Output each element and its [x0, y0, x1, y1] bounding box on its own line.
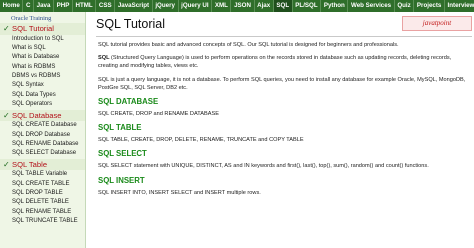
- nav-item-java[interactable]: Java: [34, 0, 54, 12]
- top-navigation-bar: Home C Java PHP HTML CSS JavaScript jQue…: [0, 0, 474, 12]
- nav-item-css[interactable]: CSS: [96, 0, 116, 12]
- nav-item-xml[interactable]: XML: [212, 0, 232, 12]
- nav-item-jquery-ui[interactable]: jQuery UI: [179, 0, 213, 12]
- section-heading-sql-insert: SQL INSERT: [98, 175, 145, 185]
- nav-item-sql[interactable]: SQL: [273, 0, 293, 12]
- article-body: SQL tutorial provides basic and advanced…: [92, 37, 474, 197]
- sidebar-item[interactable]: What is SQL: [0, 44, 85, 53]
- nav-item-quiz[interactable]: Quiz: [395, 0, 415, 12]
- query-language-paragraph: SQL is just a query language, it is not …: [98, 76, 466, 91]
- nav-item-json[interactable]: JSON: [231, 0, 255, 12]
- sql-term: SQL: [98, 55, 110, 62]
- sidebar-item[interactable]: SQL TRUNCATE TABLE: [0, 217, 85, 226]
- sidebar-item[interactable]: What is Database: [0, 53, 85, 62]
- nav-item-interview-q[interactable]: Interview Q: [445, 0, 474, 12]
- sidebar-section-sql-database[interactable]: ✓ SQL Database: [0, 109, 85, 122]
- nav-item-home[interactable]: Home: [0, 0, 24, 12]
- intro-paragraph: SQL tutorial provides basic and advanced…: [98, 42, 399, 48]
- sidebar-item[interactable]: SQL DELETE TABLE: [0, 198, 85, 207]
- nav-item-html[interactable]: HTML: [73, 0, 97, 12]
- sidebar-section-label: SQL Tutorial: [12, 24, 54, 34]
- section-heading-sql-table: SQL TABLE: [98, 123, 142, 133]
- nav-item-jquery[interactable]: jQuery: [153, 0, 179, 12]
- sidebar-item[interactable]: Introduction to SQL: [0, 35, 85, 44]
- sidebar-item[interactable]: SQL TABLE Variable: [0, 170, 85, 179]
- nav-item-ajax[interactable]: Ajax: [255, 0, 274, 12]
- sidebar-section-label: SQL Database: [12, 110, 62, 120]
- sidebar-item[interactable]: SQL DROP TABLE: [0, 189, 85, 198]
- check-icon: ✓: [3, 159, 10, 169]
- sidebar-item[interactable]: SQL SELECT Database: [0, 149, 85, 158]
- sidebar-item[interactable]: SQL CREATE TABLE: [0, 180, 85, 189]
- sql-definition-text: (Structured Query Language) is used to p…: [98, 55, 452, 70]
- section-text-sql-database: SQL CREATE, DROP and RENAME DATABASE: [98, 111, 219, 118]
- sidebar-item[interactable]: SQL Data Types: [0, 91, 85, 100]
- sidebar-item[interactable]: SQL RENAME Database: [0, 140, 85, 149]
- sidebar-item[interactable]: What is RDBMS: [0, 63, 85, 72]
- sidebar-item[interactable]: SQL RENAME TABLE: [0, 208, 85, 217]
- sidebar-item[interactable]: SQL Syntax: [0, 81, 85, 90]
- check-icon: ✓: [3, 24, 10, 34]
- nav-item-web-services[interactable]: Web Services: [348, 0, 395, 12]
- check-icon: ✓: [3, 110, 10, 120]
- nav-item-python[interactable]: Python: [321, 0, 349, 12]
- site-logo[interactable]: javatpoint: [402, 16, 472, 31]
- sidebar-top-link[interactable]: Oracle Training: [0, 12, 85, 23]
- section-heading-sql-database: SQL DATABASE: [98, 97, 159, 107]
- sidebar: Oracle Training ✓ SQL Tutorial Introduct…: [0, 12, 86, 248]
- sidebar-section-sql-tutorial[interactable]: ✓ SQL Tutorial: [0, 23, 85, 35]
- sidebar-section-sql-table[interactable]: ✓ SQL Table: [0, 158, 85, 171]
- sidebar-item[interactable]: SQL CREATE Database: [0, 121, 85, 130]
- nav-item-javascript[interactable]: JavaScript: [115, 0, 153, 12]
- sidebar-section-label: SQL Table: [12, 159, 48, 169]
- section-text-sql-select: SQL SELECT statement with UNIQUE, DISTIN…: [98, 163, 429, 170]
- nav-item-c[interactable]: C: [23, 0, 35, 12]
- section-text-sql-insert: SQL INSERT INTO, INSERT SELECT and INSER…: [98, 189, 261, 196]
- section-heading-sql-select: SQL SELECT: [98, 149, 147, 159]
- main-content: SQL Tutorial javatpoint SQL tutorial pro…: [92, 12, 474, 248]
- nav-item-php[interactable]: PHP: [54, 0, 73, 12]
- nav-item-projects[interactable]: Projects: [414, 0, 445, 12]
- sql-definition-paragraph: SQL (Structured Query Language) is used …: [98, 54, 470, 70]
- nav-item-plsql[interactable]: PL/SQL: [293, 0, 322, 12]
- sidebar-item[interactable]: SQL Operators: [0, 100, 85, 109]
- section-text-sql-table: SQL TABLE, CREATE, DROP, DELETE, RENAME,…: [98, 137, 304, 144]
- sidebar-item[interactable]: DBMS vs RDBMS: [0, 72, 85, 81]
- sidebar-item[interactable]: SQL DROP Database: [0, 131, 85, 140]
